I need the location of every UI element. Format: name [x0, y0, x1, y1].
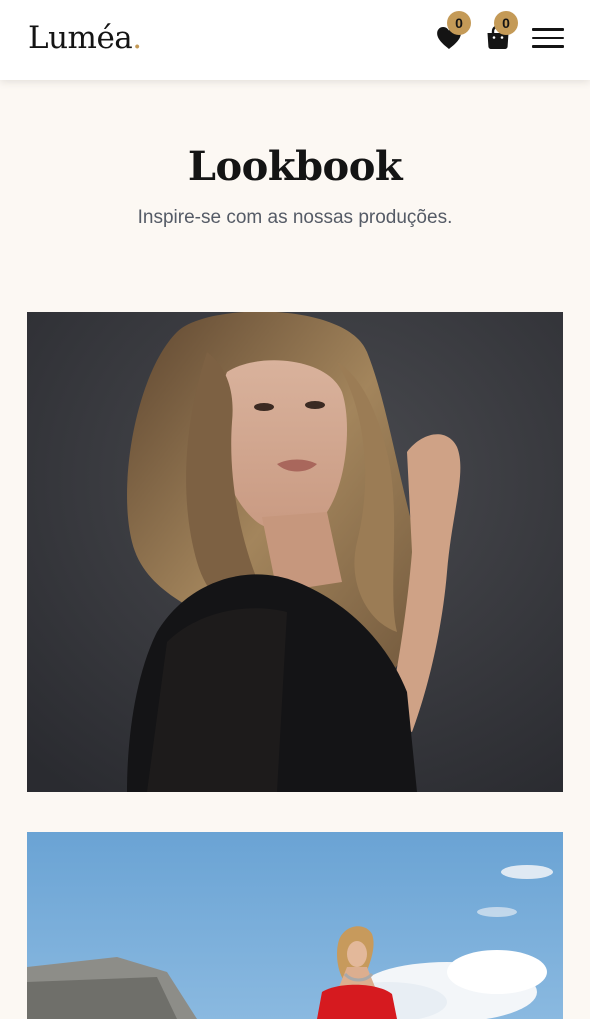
menu-line — [532, 45, 564, 48]
wishlist-count-badge: 0 — [447, 11, 471, 35]
page-subtitle: Inspire-se com as nossas produções. — [137, 207, 453, 228]
cart-count-badge: 0 — [494, 11, 518, 35]
site-header: Luméa. 0 0 — [0, 0, 590, 80]
brand-logo[interactable]: Luméa. — [28, 18, 142, 58]
logo-text: Luméa — [28, 20, 133, 56]
menu-line — [532, 36, 564, 39]
lookbook-image-2[interactable] — [27, 832, 563, 1019]
hamburger-menu-button[interactable] — [532, 28, 564, 48]
lookbook-image-1[interactable] — [27, 312, 563, 792]
lookbook-photo-portrait — [27, 312, 563, 792]
menu-line — [532, 28, 564, 31]
page-title: Lookbook — [187, 143, 403, 190]
logo-dot: . — [132, 20, 142, 56]
lookbook-photo-outdoor — [27, 832, 563, 1019]
